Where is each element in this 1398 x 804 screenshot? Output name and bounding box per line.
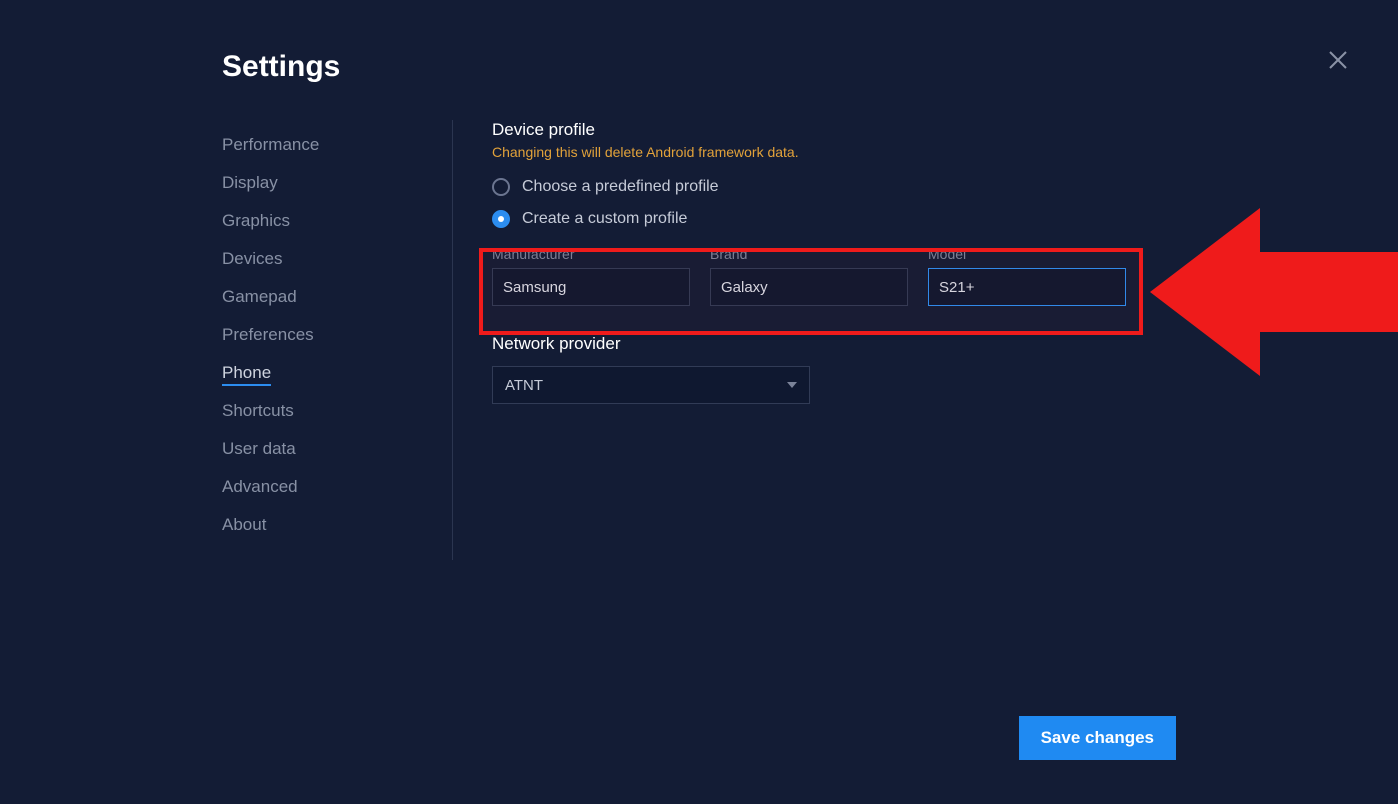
device-profile-warning: Changing this will delete Android framew… (492, 144, 1192, 160)
select-value: ATNT (505, 377, 543, 394)
sidebar-item-label: User data (222, 439, 296, 458)
field-manufacturer: Manufacturer (492, 246, 690, 306)
model-input[interactable] (928, 268, 1126, 306)
brand-input[interactable] (710, 268, 908, 306)
device-profile-title: Device profile (492, 120, 1192, 140)
custom-profile-fields: Manufacturer Brand Model (492, 246, 1192, 306)
sidebar-item-display[interactable]: Display (222, 164, 422, 202)
sidebar-item-preferences[interactable]: Preferences (222, 316, 422, 354)
sidebar-item-advanced[interactable]: Advanced (222, 468, 422, 506)
close-button[interactable] (1326, 48, 1350, 72)
sidebar-item-phone[interactable]: Phone (222, 354, 422, 392)
network-provider-title: Network provider (492, 334, 1192, 354)
manufacturer-input[interactable] (492, 268, 690, 306)
sidebar-item-label: Phone (222, 363, 271, 386)
vertical-divider (452, 120, 453, 560)
sidebar-item-performance[interactable]: Performance (222, 126, 422, 164)
sidebar-item-label: Graphics (222, 211, 290, 230)
radio-icon (492, 210, 510, 228)
sidebar-item-label: Advanced (222, 477, 298, 496)
sidebar-item-about[interactable]: About (222, 506, 422, 544)
field-label: Brand (710, 246, 908, 262)
sidebar-item-label: About (222, 515, 266, 534)
page-title: Settings (222, 50, 340, 84)
close-icon (1326, 48, 1350, 72)
network-provider-select[interactable]: ATNT (492, 366, 810, 404)
field-brand: Brand (710, 246, 908, 306)
sidebar-item-shortcuts[interactable]: Shortcuts (222, 392, 422, 430)
sidebar-item-label: Shortcuts (222, 401, 294, 420)
sidebar-item-label: Devices (222, 249, 282, 268)
sidebar-item-label: Display (222, 173, 278, 192)
sidebar: Performance Display Graphics Devices Gam… (222, 126, 422, 544)
radio-custom-profile[interactable]: Create a custom profile (492, 210, 1192, 228)
radio-label: Create a custom profile (522, 210, 687, 228)
sidebar-item-graphics[interactable]: Graphics (222, 202, 422, 240)
chevron-down-icon (787, 382, 797, 388)
sidebar-item-label: Performance (222, 135, 319, 154)
sidebar-item-label: Gamepad (222, 287, 297, 306)
content-panel: Device profile Changing this will delete… (492, 120, 1192, 404)
sidebar-item-devices[interactable]: Devices (222, 240, 422, 278)
field-label: Manufacturer (492, 246, 690, 262)
sidebar-item-gamepad[interactable]: Gamepad (222, 278, 422, 316)
radio-predefined-profile[interactable]: Choose a predefined profile (492, 178, 1192, 196)
radio-icon (492, 178, 510, 196)
field-label: Model (928, 246, 1126, 262)
field-model: Model (928, 246, 1126, 306)
save-changes-button[interactable]: Save changes (1019, 716, 1176, 760)
radio-label: Choose a predefined profile (522, 178, 719, 196)
sidebar-item-label: Preferences (222, 325, 314, 344)
sidebar-item-user-data[interactable]: User data (222, 430, 422, 468)
